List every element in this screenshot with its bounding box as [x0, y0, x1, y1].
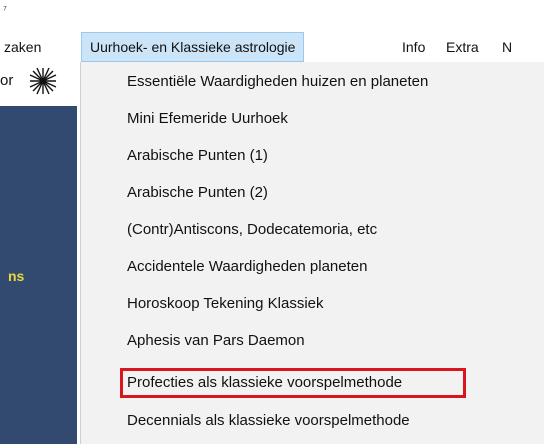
menu-item-antiscons-dodecatemoria[interactable]: (Contr)Antiscons, Dodecatemoria, etc — [127, 221, 377, 238]
menu-item-decennials[interactable]: Decennials als klassieke voorspelmethode — [127, 412, 410, 429]
toolbar-label: or — [0, 72, 14, 89]
menu-item-mini-efemeride-uurhoek[interactable]: Mini Efemeride Uurhoek — [127, 110, 288, 127]
sunburst-icon[interactable] — [28, 66, 58, 96]
menu-info[interactable]: Info — [402, 32, 425, 62]
menu-zaken[interactable]: zaken — [4, 32, 41, 62]
menu-item-horoskoop-tekening-klassiek[interactable]: Horoskoop Tekening Klassiek — [127, 295, 324, 312]
window-title-fragment: ⁷ — [3, 4, 7, 16]
panel-text: ns — [8, 268, 25, 284]
highlight-annotation-box — [120, 368, 466, 398]
title-strip: ⁷ — [0, 0, 544, 32]
menu-item-aphesis-pars-daemon[interactable]: Aphesis van Pars Daemon — [127, 332, 305, 349]
dropdown-menu: Essentiële Waardigheden huizen en planet… — [80, 62, 544, 444]
menu-n[interactable]: N — [502, 32, 512, 62]
menu-item-accidentele-waardigheden[interactable]: Accidentele Waardigheden planeten — [127, 258, 367, 275]
menu-item-essentiele-waardigheden[interactable]: Essentiële Waardigheden huizen en planet… — [127, 73, 428, 90]
menu-uurhoek-klassieke-astrologie[interactable]: Uurhoek- en Klassieke astrologie — [81, 32, 305, 62]
left-sidebar: or ns — [0, 62, 80, 444]
menu-extra[interactable]: Extra — [446, 32, 479, 62]
menu-item-arabische-punten-1[interactable]: Arabische Punten (1) — [127, 147, 268, 164]
menu-item-arabische-punten-2[interactable]: Arabische Punten (2) — [127, 184, 268, 201]
menubar: zaken Uurhoek- en Klassieke astrologie I… — [0, 32, 544, 63]
dark-side-panel: ns — [0, 106, 77, 444]
